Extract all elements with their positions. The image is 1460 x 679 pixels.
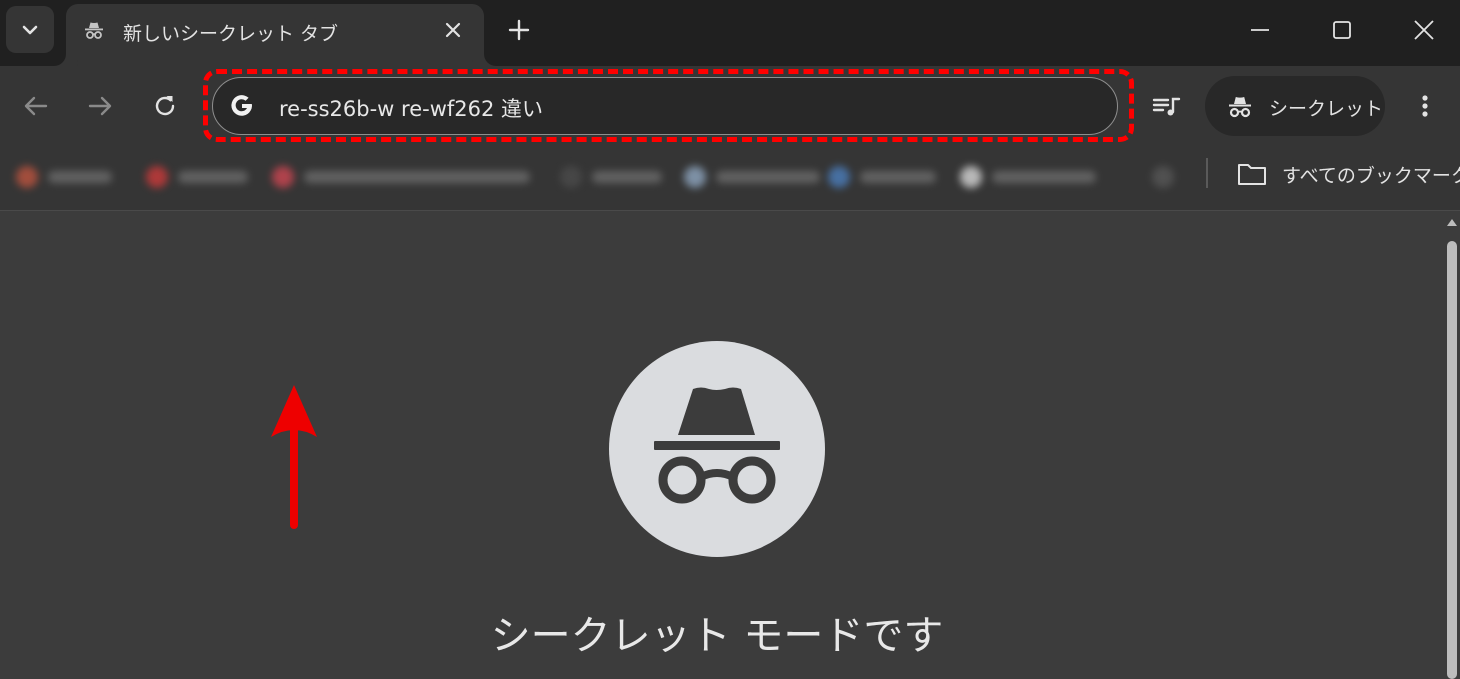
forward-arrow-icon[interactable]: [86, 92, 114, 120]
media-controls-icon[interactable]: [1152, 92, 1182, 120]
blurred-bookmark[interactable]: [272, 166, 530, 188]
incognito-label: シークレット: [1269, 98, 1384, 120]
blurred-bookmark[interactable]: [16, 166, 112, 188]
folder-icon[interactable]: [1236, 160, 1268, 188]
more-menu-icon[interactable]: [1412, 92, 1438, 120]
active-tab[interactable]: 新しいシークレット タブ: [66, 4, 484, 66]
reload-icon[interactable]: [151, 92, 179, 120]
all-bookmarks-label[interactable]: すべてのブックマーク: [1282, 161, 1460, 188]
bookmarks-bar: すべてのブックマーク: [0, 146, 1460, 211]
incognito-icon: [85, 22, 103, 39]
blurred-bookmark[interactable]: [828, 166, 936, 188]
minimize-icon[interactable]: [1246, 16, 1274, 44]
new-tab-plus-icon[interactable]: [506, 17, 532, 43]
blurred-bookmark[interactable]: [146, 166, 248, 188]
scroll-up-arrow-icon[interactable]: [1446, 217, 1458, 227]
chevron-down-icon: [22, 25, 38, 34]
incognito-profile-button[interactable]: シークレット: [1205, 76, 1385, 136]
tab-strip: 新しいシークレット タブ: [0, 0, 1460, 66]
incognito-hero-icon: [609, 341, 825, 557]
close-icon[interactable]: [442, 19, 464, 41]
blurred-bookmark[interactable]: [684, 166, 820, 188]
page-heading: シークレット モードです: [490, 613, 944, 659]
scrollbar-thumb[interactable]: [1447, 241, 1457, 679]
maximize-icon[interactable]: [1328, 16, 1356, 44]
tab-title: 新しいシークレット タブ: [123, 23, 339, 45]
blurred-bookmark[interactable]: [960, 166, 1096, 188]
back-arrow-icon[interactable]: [22, 92, 50, 120]
window-close-icon[interactable]: [1410, 16, 1438, 44]
bookmarks-divider: [1206, 158, 1208, 188]
incognito-icon: [654, 387, 780, 504]
blurred-bookmark[interactable]: [1152, 166, 1184, 188]
annotation-highlight-box: [203, 69, 1134, 142]
incognito-page: シークレット モードです: [0, 211, 1444, 679]
incognito-icon: [1229, 97, 1251, 118]
tab-search-button[interactable]: [6, 6, 54, 53]
annotation-arrow-icon: [271, 385, 317, 529]
vertical-scrollbar[interactable]: [1444, 211, 1460, 679]
blurred-bookmark[interactable]: [560, 166, 662, 188]
